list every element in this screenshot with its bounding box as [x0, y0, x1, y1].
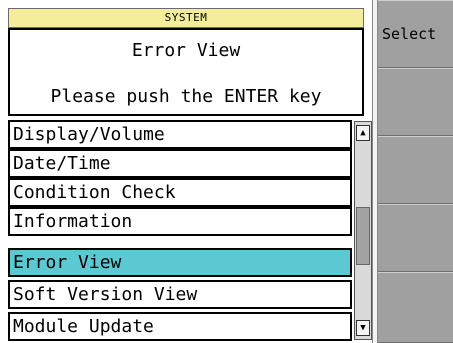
menu-scrollbar[interactable]: ▲ ▼	[354, 121, 372, 340]
scroll-up-arrow-icon[interactable]: ▲	[356, 125, 370, 141]
softkey-select[interactable]: Select	[378, 0, 453, 68]
message-heading: Error View	[131, 40, 241, 61]
menu-item-date-time[interactable]: Date/Time	[8, 149, 352, 178]
panel-title: SYSTEM	[8, 8, 364, 28]
softkey-3[interactable]	[378, 136, 453, 204]
menu-item-display-volume[interactable]: Display/Volume	[8, 120, 352, 149]
scroll-down-arrow-icon[interactable]: ▼	[356, 320, 370, 336]
menu-item-module-update[interactable]: Module Update	[8, 312, 352, 341]
menu-list: Display/Volume Date/Time Condition Check…	[8, 120, 352, 341]
menu-item-error-view[interactable]: Error View	[8, 248, 352, 277]
softkey-4[interactable]	[378, 204, 453, 272]
system-panel: SYSTEM Error View Please push the ENTER …	[0, 0, 372, 343]
menu-item-condition-check[interactable]: Condition Check	[8, 178, 352, 207]
message-instruction: Please push the ENTER key	[50, 86, 322, 107]
menu-item-soft-version-view[interactable]: Soft Version View	[8, 280, 352, 309]
softkey-5[interactable]	[378, 272, 453, 343]
softkey-2[interactable]	[378, 68, 453, 136]
softkey-panel: Select	[378, 0, 453, 343]
message-box: Error View Please push the ENTER key	[8, 28, 364, 116]
menu-item-information[interactable]: Information	[8, 207, 352, 236]
scroll-thumb[interactable]	[356, 207, 370, 265]
